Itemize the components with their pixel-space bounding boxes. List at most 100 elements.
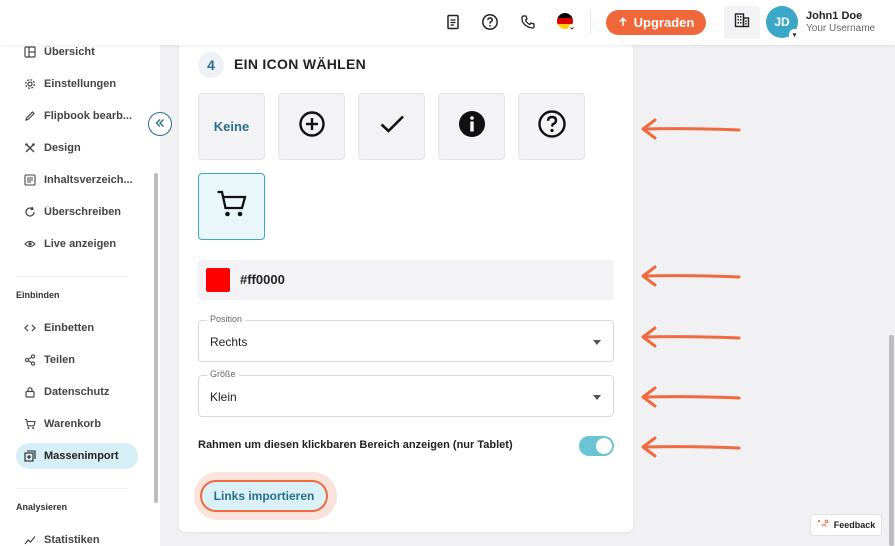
upgrade-label: Upgraden [633, 15, 695, 30]
sidebar-item-design[interactable]: Design [16, 135, 138, 161]
chevron-down-icon: ▾ [789, 29, 800, 40]
import-icon [24, 450, 36, 462]
eye-icon [24, 238, 36, 250]
upgrade-button[interactable]: Upgraden [606, 10, 706, 35]
code-icon [24, 322, 36, 334]
layout-icon [24, 46, 36, 58]
feedback-icon [817, 519, 829, 531]
info-icon [458, 110, 486, 143]
tools-icon [24, 142, 36, 154]
icon-option-cart[interactable] [198, 173, 265, 240]
avatar[interactable]: JD ▾ [766, 6, 800, 40]
pencil-icon [24, 110, 36, 122]
sidebar-item-live-view[interactable]: Live anzeigen [16, 231, 138, 257]
sidebar-item-label: Datenschutz [44, 386, 110, 398]
sidebar-divider [16, 488, 128, 489]
chart-icon [24, 534, 36, 546]
building-icon [734, 12, 750, 33]
list-icon [24, 174, 36, 186]
organization-button[interactable] [724, 6, 760, 39]
feedback-button[interactable]: Feedback [810, 514, 882, 536]
sidebar-item-label: Einstellungen [44, 78, 117, 90]
sidebar-item-label: Inhaltsverzeich... [44, 174, 133, 186]
user-username: Your Username [806, 23, 876, 34]
sidebar-section-analytics: Analysieren [16, 502, 68, 512]
icon-option-plus[interactable] [278, 93, 345, 160]
topbar-divider [590, 10, 591, 34]
size-label: Größe [207, 369, 239, 379]
position-label: Position [207, 314, 246, 324]
sidebar-item-label: Live anzeigen [44, 238, 117, 250]
phone-icon[interactable] [517, 11, 539, 33]
arrow-up-icon [618, 15, 628, 30]
step-title: EIN ICON WÄHLEN [234, 56, 367, 72]
icon-option-none[interactable]: Keine [198, 93, 265, 160]
icon-option-info[interactable] [438, 93, 505, 160]
share-icon [24, 354, 36, 366]
sidebar-scrollbar[interactable] [154, 173, 158, 503]
cart-icon [24, 418, 36, 430]
sidebar-item-label: Einbetten [44, 322, 95, 334]
import-links-button[interactable]: Links importieren [200, 480, 328, 512]
sidebar-item-overwrite[interactable]: Überschreiben [16, 199, 138, 225]
frame-toggle-label: Rahmen um diesen klickbaren Bereich anze… [198, 439, 513, 451]
sidebar-item-edit-flipbook[interactable]: Flipbook bearb... [16, 103, 138, 129]
cart-icon [216, 189, 248, 224]
annotation-arrow-icon [641, 265, 741, 287]
sidebar-item-share[interactable]: Teilen [16, 347, 138, 373]
sidebar-item-cart[interactable]: Warenkorb [16, 411, 138, 437]
icon-option-question[interactable] [518, 93, 585, 160]
sidebar-item-settings[interactable]: Einstellungen [16, 71, 138, 97]
plus-circle-icon [298, 110, 326, 143]
feedback-label: Feedback [833, 520, 876, 530]
position-select[interactable]: Position Rechts [198, 314, 614, 362]
color-input[interactable]: #ff0000 [198, 260, 614, 300]
sidebar-section-embed: Einbinden [16, 290, 60, 300]
step-number: 4 [198, 52, 224, 78]
icon-option-check[interactable] [358, 93, 425, 160]
german-flag-icon[interactable] [555, 11, 577, 33]
sidebar-item-privacy[interactable]: Datenschutz [16, 379, 138, 405]
sidebar-item-overview[interactable]: Übersicht [16, 45, 138, 65]
help-icon[interactable] [479, 11, 501, 33]
page-scrollbar[interactable] [889, 335, 894, 546]
lock-icon [24, 386, 36, 398]
collapse-sidebar-button[interactable] [148, 112, 172, 136]
gear-icon [24, 78, 36, 90]
sidebar-item-label: Flipbook bearb... [44, 110, 133, 122]
position-value: Rechts [210, 335, 248, 349]
sidebar-divider [16, 276, 128, 277]
user-name[interactable]: John1 Doe [806, 10, 862, 22]
document-icon[interactable] [442, 11, 464, 33]
sidebar-item-label: Überschreiben [44, 206, 122, 218]
sidebar: Übersicht Einstellungen Flipbook bearb..… [0, 45, 160, 546]
size-value: Klein [210, 390, 237, 404]
sidebar-item-bulk-import[interactable]: Massenimport [16, 443, 138, 469]
top-bar: Upgraden JD ▾ John1 Doe Your Username [0, 0, 895, 45]
sidebar-item-label: Teilen [44, 354, 75, 366]
sidebar-item-statistics[interactable]: Statistiken [16, 527, 138, 546]
sidebar-item-label: Warenkorb [44, 418, 102, 430]
sidebar-item-label: Design [44, 142, 81, 154]
color-swatch[interactable] [206, 268, 230, 292]
chevron-down-icon [593, 340, 601, 345]
chevron-down-icon [593, 395, 601, 400]
sidebar-item-embed[interactable]: Einbetten [16, 315, 138, 341]
sidebar-item-label: Übersicht [44, 46, 95, 58]
annotation-arrow-icon [641, 326, 741, 348]
toggle-knob [596, 438, 612, 454]
sidebar-item-toc[interactable]: Inhaltsverzeich... [16, 167, 138, 193]
question-circle-icon [537, 109, 567, 144]
refresh-icon [24, 206, 36, 218]
icon-option-label: Keine [213, 119, 250, 134]
sidebar-item-label: Massenimport [44, 450, 119, 462]
check-icon [378, 110, 406, 143]
size-select[interactable]: Größe Klein [198, 369, 614, 417]
annotation-arrow-icon [641, 436, 741, 458]
import-links-label: Links importieren [213, 489, 315, 503]
annotation-arrow-icon [641, 386, 741, 408]
frame-toggle[interactable] [579, 436, 614, 456]
annotation-arrow-icon [641, 118, 741, 140]
sidebar-item-label: Statistiken [44, 534, 100, 546]
color-value: #ff0000 [240, 272, 285, 287]
